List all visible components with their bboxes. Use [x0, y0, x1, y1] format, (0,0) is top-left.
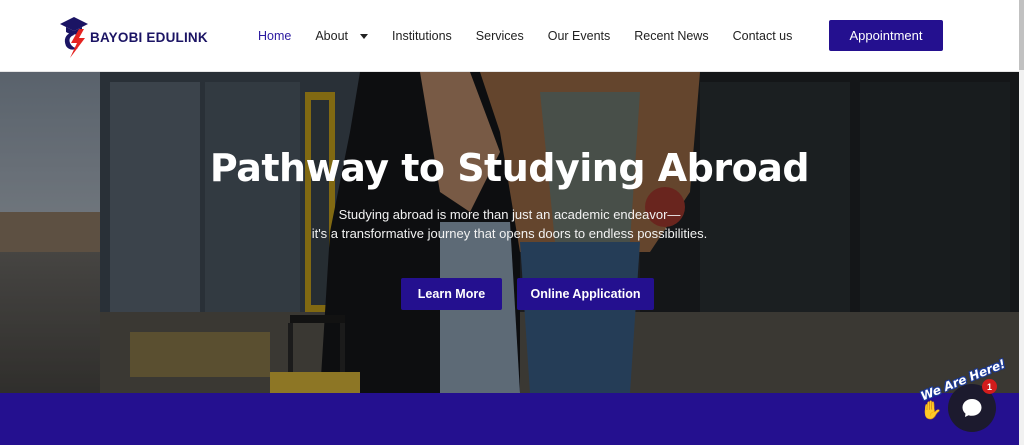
hero-subtitle-line-1: Studying abroad is more than just an aca…	[338, 207, 681, 222]
online-application-button[interactable]: Online Application	[517, 278, 654, 310]
appointment-button[interactable]: Appointment	[829, 20, 943, 51]
brand-logo[interactable]: BAYOBI EDULINK	[58, 10, 208, 62]
nav-item-about-label: About	[315, 29, 349, 43]
site-header: BAYOBI EDULINK Home About Institutions S…	[0, 0, 1019, 72]
section-band	[0, 393, 1019, 445]
graduation-cap-logo-icon	[58, 10, 94, 62]
page-scrollbar-thumb[interactable]	[1019, 0, 1024, 70]
learn-more-button[interactable]: Learn More	[401, 278, 502, 310]
main-navigation: Home About Institutions Services Our Eve…	[246, 0, 804, 72]
hero-section: Pathway to Studying Abroad Studying abro…	[0, 72, 1019, 393]
nav-item-about[interactable]: About	[315, 29, 369, 43]
chat-bubble-icon	[962, 399, 982, 417]
nav-item-recent-news[interactable]: Recent News	[634, 29, 708, 43]
chevron-down-icon	[360, 33, 369, 39]
waving-hand-icon: ✋	[920, 400, 943, 420]
nav-item-services[interactable]: Services	[476, 29, 524, 43]
nav-item-our-events[interactable]: Our Events	[548, 29, 611, 43]
nav-item-institutions[interactable]: Institutions	[392, 29, 452, 43]
nav-item-home[interactable]: Home	[258, 29, 291, 43]
nav-item-contact-us[interactable]: Contact us	[733, 29, 793, 43]
brand-name: BAYOBI EDULINK	[90, 29, 208, 45]
hero-subtitle-line-2: it's a transformative journey that opens…	[311, 226, 708, 241]
chat-notification-badge: 1	[982, 379, 997, 394]
hero-title: Pathway to Studying Abroad	[209, 146, 810, 190]
